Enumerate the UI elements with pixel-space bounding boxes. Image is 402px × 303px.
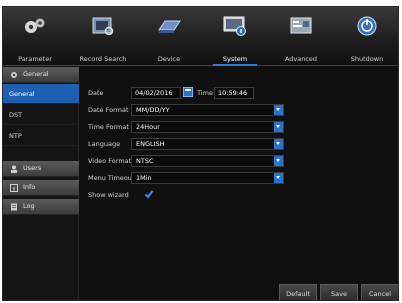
video-format-select[interactable]: NTSC: [131, 155, 284, 167]
time-format-row: Time Format 24Hour: [80, 120, 398, 134]
button-label: Default: [286, 290, 310, 298]
user-icon: [11, 165, 17, 173]
log-icon: [11, 203, 17, 211]
nav-label: Advanced: [284, 55, 318, 63]
show-wizard-label: Show wizard: [88, 191, 129, 199]
time-format-select[interactable]: 24Hour: [131, 121, 284, 133]
gear-icon: [11, 72, 17, 78]
nav-label: System: [222, 55, 248, 63]
video-format-row: Video Format NTSC: [80, 154, 398, 168]
nav-label: Device: [157, 55, 181, 63]
time-label: Time: [197, 89, 213, 97]
nav-label: Record Search: [79, 55, 127, 63]
button-label: Cancel: [368, 290, 392, 298]
nav-shutdown[interactable]: Shutdown: [339, 7, 395, 66]
time-format-label: Time Format: [88, 123, 129, 131]
nav-label: Parameter: [18, 55, 52, 63]
time-input[interactable]: 10:59:46: [214, 87, 254, 99]
system-monitor-icon: [223, 16, 246, 36]
language-select[interactable]: ENGLISH: [131, 138, 284, 150]
sidebar-item-ntp[interactable]: NTP: [3, 126, 79, 146]
nav-advanced[interactable]: Advanced: [273, 7, 329, 66]
save-button[interactable]: Save: [320, 284, 358, 300]
gears-icon: [25, 18, 45, 33]
power-icon: [357, 16, 377, 36]
date-time-row: Date 04/02/2016 Time 10:59:46: [80, 86, 398, 100]
chevron-down-icon: [274, 156, 283, 166]
nav-device[interactable]: Device: [141, 7, 197, 66]
dvr-settings-screen: Parameter Record Search Device System Ad…: [2, 6, 399, 301]
default-button[interactable]: Default: [279, 284, 317, 300]
date-format-label: Date Format: [88, 106, 129, 114]
date-format-select[interactable]: MM/DD/YY: [131, 104, 284, 116]
nav-system[interactable]: System: [207, 7, 263, 66]
sidebar-item-label: DST: [9, 111, 23, 119]
menu-timeouts-row: Menu Timeouts 1Min: [80, 171, 398, 185]
chevron-down-icon: [274, 105, 283, 115]
sidebar-header-label: General: [23, 70, 49, 78]
language-label: Language: [88, 140, 121, 148]
sidebar-header-info[interactable]: Info: [3, 180, 79, 196]
sidebar-header-label: Info: [23, 183, 36, 191]
record-search-icon: [92, 17, 114, 36]
nav-label: Shutdown: [350, 55, 384, 63]
time-format-value: 24Hour: [136, 123, 160, 131]
menu-timeouts-select[interactable]: 1Min: [131, 172, 284, 184]
show-wizard-row: Show wizard: [80, 188, 398, 202]
calendar-icon[interactable]: [183, 87, 193, 97]
nav-parameter[interactable]: Parameter: [7, 7, 63, 66]
nav-record-search[interactable]: Record Search: [75, 7, 131, 66]
cancel-button[interactable]: Cancel: [361, 284, 398, 300]
chevron-down-icon: [274, 139, 283, 149]
button-label: Save: [331, 290, 347, 298]
sidebar-header-log[interactable]: Log: [3, 199, 79, 215]
date-format-value: MM/DD/YY: [136, 106, 170, 114]
sidebar-item-label: NTP: [9, 132, 22, 140]
sidebar: General General DST NTP Users Info Log: [3, 67, 79, 300]
language-row: Language ENGLISH: [80, 137, 398, 151]
advanced-icon: [290, 17, 312, 34]
language-value: ENGLISH: [136, 140, 165, 148]
sidebar-item-label: General: [9, 90, 35, 98]
sidebar-item-dst[interactable]: DST: [3, 105, 79, 125]
chevron-down-icon: [274, 122, 283, 132]
date-input[interactable]: 04/02/2016: [131, 87, 181, 99]
sidebar-header-label: Log: [23, 202, 35, 210]
chevron-down-icon: [274, 173, 283, 183]
show-wizard-checkbox[interactable]: [144, 189, 154, 199]
info-icon: [10, 184, 18, 192]
hard-drive-icon: [158, 20, 181, 33]
menu-timeouts-value: 1Min: [136, 174, 152, 182]
sidebar-header-users[interactable]: Users: [3, 161, 79, 177]
general-settings-panel: Date 04/02/2016 Time 10:59:46 Date Forma…: [80, 67, 398, 300]
sidebar-header-general[interactable]: General: [3, 67, 79, 83]
time-value: 10:59:46: [218, 89, 248, 97]
video-format-value: NTSC: [136, 157, 154, 165]
sidebar-header-label: Users: [23, 164, 42, 172]
date-label: Date: [88, 89, 104, 97]
date-value: 04/02/2016: [135, 89, 173, 97]
video-format-label: Video Format: [88, 157, 132, 165]
sidebar-item-general[interactable]: General: [3, 84, 79, 104]
top-navigation-bar: Parameter Record Search Device System Ad…: [3, 7, 398, 66]
date-format-row: Date Format MM/DD/YY: [80, 103, 398, 117]
